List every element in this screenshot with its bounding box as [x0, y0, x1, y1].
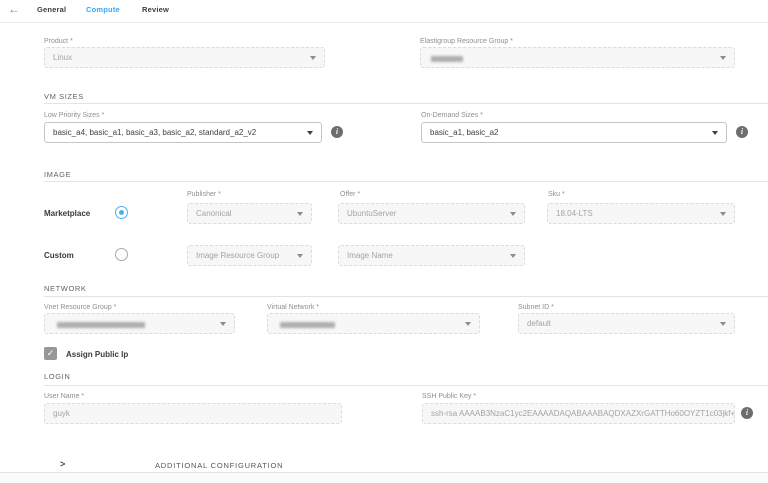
info-icon[interactable]: i [736, 126, 748, 138]
publisher-value: Canonical [196, 209, 232, 218]
user-name-value: guyk [53, 409, 70, 418]
virtual-network-label: Virtual Network * [267, 304, 319, 311]
chevron-down-icon [510, 212, 516, 216]
low-priority-sizes-value: basic_a4, basic_a1, basic_a3, basic_a2, … [53, 128, 256, 137]
custom-label: Custom [44, 251, 74, 260]
chevron-right-icon[interactable]: > [60, 459, 65, 469]
assign-public-ip-checkbox[interactable]: ✓ [44, 347, 57, 360]
image-section-title: IMAGE [44, 170, 71, 179]
chevron-down-icon [465, 322, 471, 326]
subnet-id-select[interactable]: default [518, 313, 735, 334]
vnet-resource-group-select[interactable] [44, 313, 235, 334]
image-resource-group-placeholder: Image Resource Group [196, 251, 279, 260]
vm-sizes-section-title: VM SIZES [44, 92, 84, 101]
redacted-value [57, 322, 145, 328]
back-icon[interactable]: ← [8, 2, 20, 16]
subnet-id-value: default [527, 319, 551, 328]
product-label: Product * [44, 38, 73, 45]
chevron-down-icon [297, 254, 303, 258]
chevron-down-icon [720, 56, 726, 60]
offer-label: Offer * [340, 191, 360, 198]
on-demand-sizes-value: basic_a1, basic_a2 [430, 128, 499, 137]
sku-select[interactable]: 18.04-LTS [547, 203, 735, 224]
marketplace-label: Marketplace [44, 209, 90, 218]
image-resource-group-select[interactable]: Image Resource Group [187, 245, 312, 266]
elastigroup-resource-group-select[interactable] [420, 47, 735, 68]
wizard-tabbar: ← General Compute Review [0, 0, 768, 22]
tab-general[interactable]: General [37, 5, 66, 14]
ssh-public-key-label: SSH Public Key * [422, 393, 476, 400]
image-name-select[interactable]: Image Name [338, 245, 525, 266]
chevron-down-icon [307, 131, 313, 135]
offer-select[interactable]: UbuntuServer [338, 203, 525, 224]
image-name-placeholder: Image Name [347, 251, 393, 260]
info-icon[interactable]: i [331, 126, 343, 138]
elastigroup-resource-group-label: Elastigroup Resource Group * [420, 38, 513, 45]
on-demand-sizes-label: On-Demand Sizes * [421, 112, 483, 119]
network-section-title: NETWORK [44, 284, 87, 293]
chevron-down-icon [720, 322, 726, 326]
user-name-label: User Name * [44, 393, 84, 400]
chevron-down-icon [720, 212, 726, 216]
subnet-id-label: Subnet ID * [518, 304, 554, 311]
offer-value: UbuntuServer [347, 209, 396, 218]
chevron-down-icon [712, 131, 718, 135]
tab-compute[interactable]: Compute [86, 5, 120, 14]
page-footer-area [0, 473, 768, 483]
vnet-resource-group-label: Vnet Resource Group * [44, 304, 116, 311]
redacted-value [280, 322, 335, 328]
chevron-down-icon [297, 212, 303, 216]
assign-public-ip-label: Assign Public Ip [66, 350, 128, 359]
tabbar-divider [0, 22, 768, 23]
section-divider [44, 296, 768, 297]
publisher-select[interactable]: Canonical [187, 203, 312, 224]
sku-label: Sku * [548, 191, 565, 198]
ssh-public-key-value: ssh-rsa AAAAB3NzaC1yc2EAAAADAQABAAABAQDX… [431, 409, 735, 418]
low-priority-sizes-label: Low Priority Sizes * [44, 112, 104, 119]
on-demand-sizes-select[interactable]: basic_a1, basic_a2 [421, 122, 727, 143]
additional-configuration-toggle[interactable]: ADDITIONAL CONFIGURATION [155, 461, 283, 470]
compute-step-page: ← General Compute Review Product * Linux… [0, 0, 768, 483]
info-icon[interactable]: i [741, 407, 753, 419]
marketplace-radio[interactable] [115, 206, 128, 219]
chevron-down-icon [510, 254, 516, 258]
user-name-input[interactable]: guyk [44, 403, 342, 424]
publisher-label: Publisher * [187, 191, 221, 198]
tab-review[interactable]: Review [142, 5, 169, 14]
section-divider [44, 181, 768, 182]
sku-value: 18.04-LTS [556, 209, 593, 218]
custom-radio[interactable] [115, 248, 128, 261]
ssh-public-key-input[interactable]: ssh-rsa AAAAB3NzaC1yc2EAAAADAQABAAABAQDX… [422, 403, 735, 424]
product-value: Linux [53, 53, 72, 62]
redacted-value [431, 56, 463, 62]
low-priority-sizes-select[interactable]: basic_a4, basic_a1, basic_a3, basic_a2, … [44, 122, 322, 143]
virtual-network-select[interactable] [267, 313, 480, 334]
chevron-down-icon [310, 56, 316, 60]
section-divider [44, 385, 768, 386]
product-select[interactable]: Linux [44, 47, 325, 68]
section-divider [44, 103, 768, 104]
login-section-title: LOGIN [44, 372, 70, 381]
chevron-down-icon [220, 322, 226, 326]
